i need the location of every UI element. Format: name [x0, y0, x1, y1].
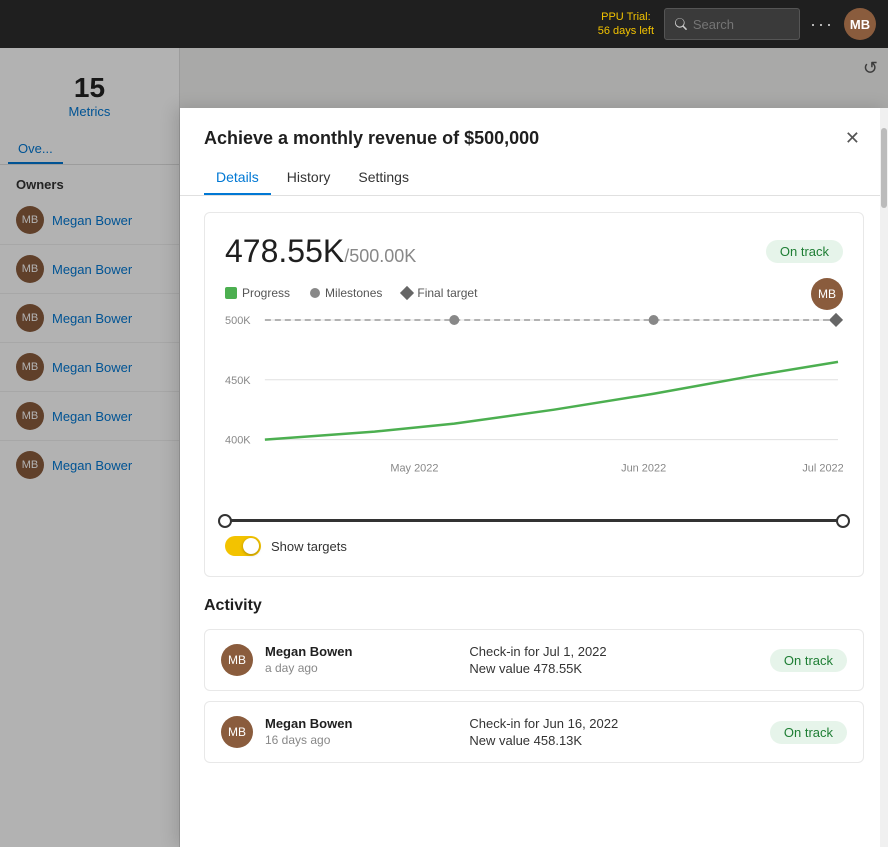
- legend-progress: Progress: [225, 286, 290, 300]
- activity-newvalue-2: New value 458.13K: [469, 733, 758, 748]
- range-track: [225, 519, 843, 522]
- svg-text:Jul 2022: Jul 2022: [802, 462, 843, 474]
- activity-name-2: Megan Bowen: [265, 716, 457, 731]
- chart-owner-avatar: MB: [811, 278, 843, 310]
- range-slider[interactable]: [225, 519, 843, 522]
- activity-checkin-1: Check-in for Jul 1, 2022: [469, 644, 758, 659]
- legend-final-target: Final target: [402, 286, 477, 300]
- ppu-trial-label: PPU Trial:: [598, 10, 654, 24]
- show-targets-label: Show targets: [271, 539, 347, 554]
- svg-text:400K: 400K: [225, 435, 251, 447]
- range-thumb-left[interactable]: [218, 514, 232, 528]
- main-value: 478.55K/500.00K: [225, 233, 416, 269]
- activity-details-2: Check-in for Jun 16, 2022 New value 458.…: [469, 716, 758, 748]
- modal-body: 478.55K/500.00K On track MB Progress: [180, 196, 888, 847]
- ppu-trial-info: PPU Trial: 56 days left: [598, 10, 654, 39]
- modal-tabs: Details History Settings: [180, 161, 888, 196]
- legend-progress-label: Progress: [242, 286, 290, 300]
- more-options-button[interactable]: ···: [810, 14, 834, 35]
- search-input[interactable]: [693, 17, 789, 32]
- main-area: 15 Metrics Ove... Owners MB Megan Bower …: [0, 48, 888, 847]
- ppu-trial-days: 56 days left: [598, 24, 654, 38]
- chart-container: 500K 450K 400K: [225, 312, 843, 522]
- modal-panel: Achieve a monthly revenue of $500,000 ✕ …: [180, 108, 888, 847]
- current-value: 478.55K: [225, 233, 344, 269]
- activity-avatar-1: MB: [221, 644, 253, 676]
- activity-info-2: Megan Bowen 16 days ago: [265, 716, 457, 747]
- search-box[interactable]: [664, 8, 800, 40]
- final-target-icon: [400, 286, 414, 300]
- activity-badge-2: On track: [770, 721, 847, 744]
- topbar: PPU Trial: 56 days left ··· MB: [0, 0, 888, 48]
- range-thumb-right[interactable]: [836, 514, 850, 528]
- activity-time-2: 16 days ago: [265, 733, 457, 747]
- svg-text:Jun 2022: Jun 2022: [621, 462, 666, 474]
- activity-item-2: MB Megan Bowen 16 days ago Check-in for …: [204, 701, 864, 763]
- legend-final-target-label: Final target: [417, 286, 477, 300]
- close-button[interactable]: ✕: [841, 124, 864, 153]
- tab-settings[interactable]: Settings: [346, 161, 421, 195]
- progress-icon: [225, 287, 237, 299]
- scroll-indicator[interactable]: [880, 108, 888, 847]
- activity-avatar-2: MB: [221, 716, 253, 748]
- activity-checkin-2: Check-in for Jun 16, 2022: [469, 716, 758, 731]
- svg-text:450K: 450K: [225, 375, 251, 387]
- show-targets-toggle[interactable]: [225, 536, 261, 556]
- on-track-badge-chart: On track: [766, 240, 843, 263]
- activity-time-1: a day ago: [265, 661, 457, 675]
- activity-item-1: MB Megan Bowen a day ago Check-in for Ju…: [204, 629, 864, 691]
- toggle-knob: [243, 538, 259, 554]
- target-value: /500.00K: [344, 246, 416, 266]
- scroll-thumb[interactable]: [881, 128, 887, 208]
- chart-svg: 500K 450K 400K: [225, 312, 843, 511]
- tab-details[interactable]: Details: [204, 161, 271, 195]
- modal-title: Achieve a monthly revenue of $500,000: [204, 128, 539, 149]
- activity-details-1: Check-in for Jul 1, 2022 New value 478.5…: [469, 644, 758, 676]
- activity-name-1: Megan Bowen: [265, 644, 457, 659]
- activity-newvalue-1: New value 478.55K: [469, 661, 758, 676]
- milestones-icon: [310, 288, 320, 298]
- legend-milestones-label: Milestones: [325, 286, 382, 300]
- activity-section: Activity MB Megan Bowen a day ago Check-…: [204, 597, 864, 763]
- tab-history[interactable]: History: [275, 161, 343, 195]
- chart-card: 478.55K/500.00K On track MB Progress: [204, 212, 864, 577]
- activity-title: Activity: [204, 597, 864, 615]
- user-avatar-top[interactable]: MB: [844, 8, 876, 40]
- show-targets-row: Show targets: [225, 536, 843, 556]
- svg-text:May 2022: May 2022: [390, 462, 438, 474]
- svg-text:500K: 500K: [225, 315, 251, 327]
- legend-milestones: Milestones: [310, 286, 382, 300]
- modal-header: Achieve a monthly revenue of $500,000 ✕: [180, 108, 888, 153]
- activity-badge-1: On track: [770, 649, 847, 672]
- current-value-display: 478.55K/500.00K: [225, 233, 416, 270]
- value-display: 478.55K/500.00K On track: [225, 233, 843, 270]
- search-icon: [675, 17, 687, 31]
- chart-legend: Progress Milestones Final target: [225, 286, 843, 300]
- activity-info-1: Megan Bowen a day ago: [265, 644, 457, 675]
